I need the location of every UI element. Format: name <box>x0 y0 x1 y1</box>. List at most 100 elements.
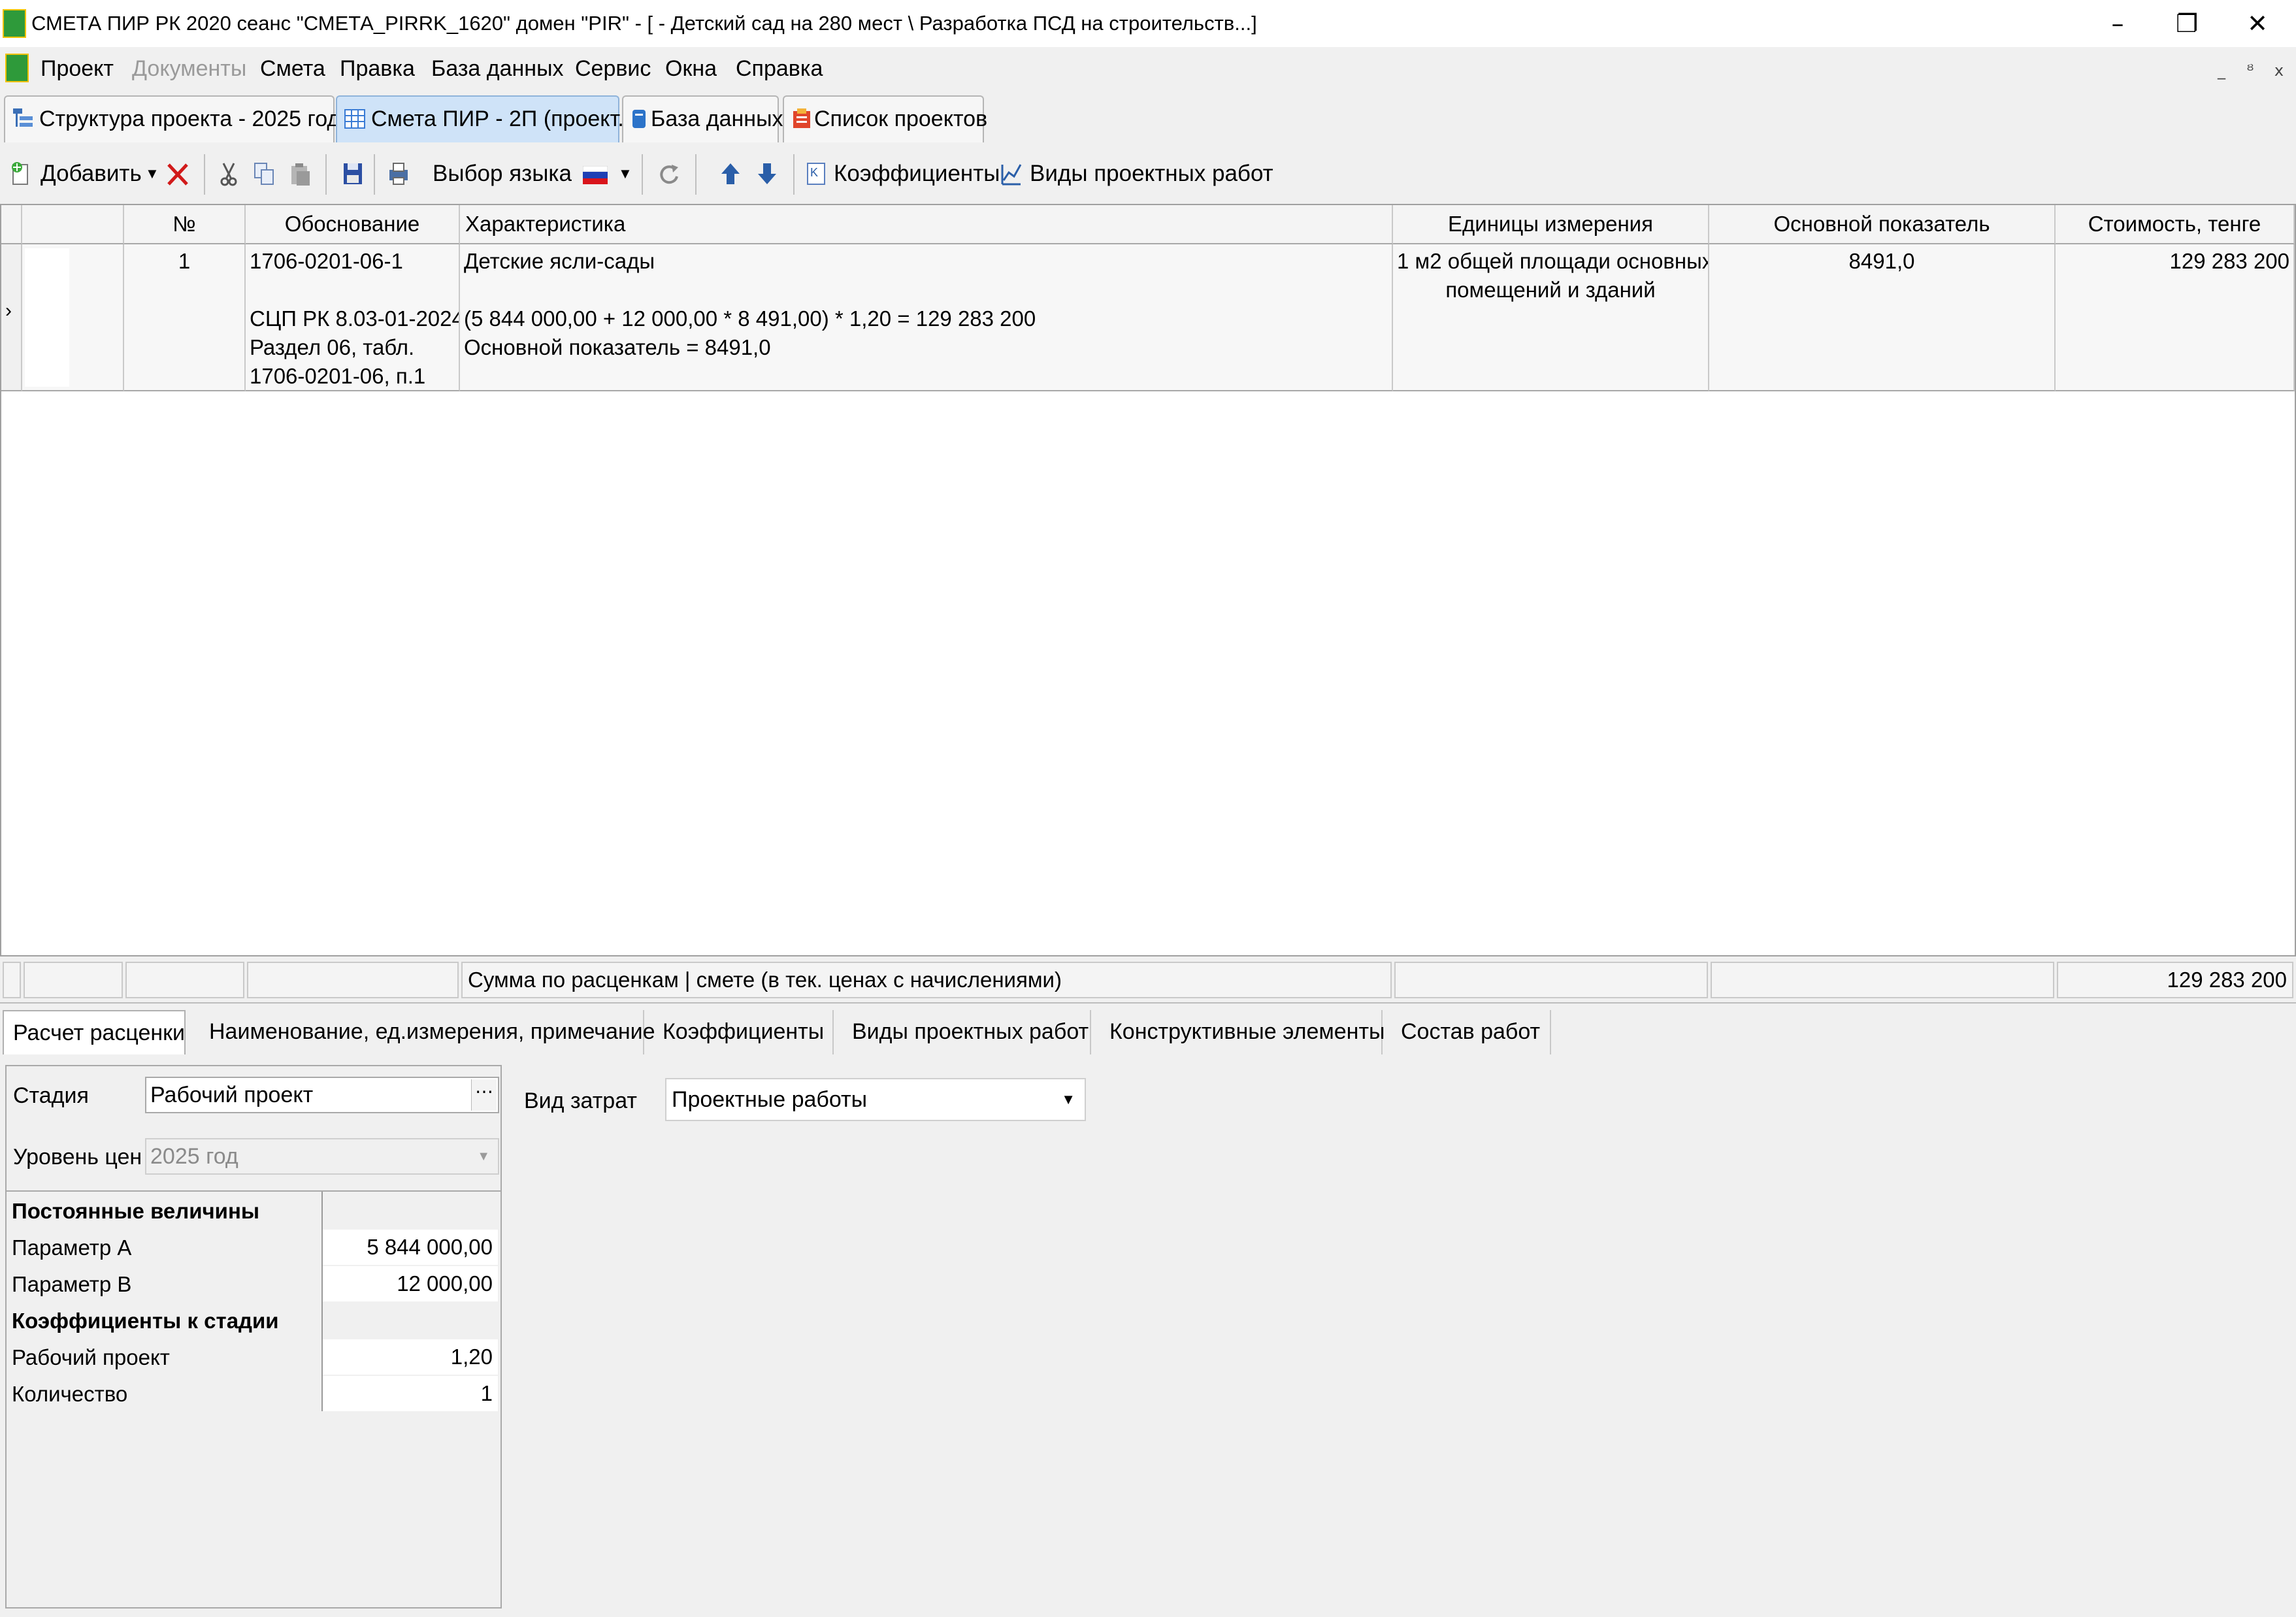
selector-header <box>22 205 124 244</box>
property-name: Параметр А <box>12 1235 132 1260</box>
table-cell-basis[interactable]: 1706-0201-06-1 СЦП РК 8.03-01-2024 Разде… <box>246 244 460 391</box>
tab-label: База данных <box>651 106 783 131</box>
work-types-button[interactable]: Виды проектных работ <box>1030 158 1273 189</box>
toolbar-separator <box>695 154 697 195</box>
table-cell-cost[interactable]: 129 283 200 <box>2056 244 2295 391</box>
tab-name-units-note[interactable]: Наименование, ед.измерения, примечание <box>193 1010 655 1054</box>
column-header-cost[interactable]: Стоимость, тенге <box>2056 205 2295 244</box>
tab-project-structure[interactable]: Структура проекта - 2025 год <box>4 95 340 142</box>
mdi-close-button[interactable]: x <box>2266 57 2292 84</box>
row-indicator[interactable]: › <box>1 244 22 391</box>
menu-estimate[interactable]: Смета <box>260 54 325 84</box>
coefficients-button[interactable]: Коэффициенты <box>834 158 1000 189</box>
delete-icon[interactable] <box>166 161 189 187</box>
estimate-grid: № Обоснование Характеристика Единицы изм… <box>0 204 2296 956</box>
column-header-main-indicator[interactable]: Основной показатель <box>1709 205 2056 244</box>
summary-label: Сумма по расценкам | смете (в тек. ценах… <box>461 962 1392 998</box>
summary-total: 129 283 200 <box>2057 962 2293 998</box>
basis-line: 1706-0201-06-1 <box>250 249 403 273</box>
column-header-basis[interactable]: Обоснование <box>246 205 460 244</box>
price-level-value: 2025 год <box>150 1144 238 1169</box>
table-cell-main-indicator[interactable]: 8491,0 <box>1709 244 2056 391</box>
tab-rate-calculation[interactable]: Расчет расценки <box>3 1010 186 1054</box>
menu-project[interactable]: Проект <box>41 54 114 84</box>
language-select-label[interactable]: Выбор языка <box>433 158 572 189</box>
table-cell-units[interactable]: 1 м2 общей площади основных помещений и … <box>1393 244 1709 391</box>
move-down-icon[interactable] <box>755 161 779 187</box>
tab-structural-elements[interactable]: Конструктивные элементы <box>1094 1010 1385 1054</box>
tab-label: Структура проекта - 2025 год <box>39 106 340 131</box>
cost-type-dropdown-arrow-icon[interactable]: ▼ <box>1061 1079 1075 1120</box>
units-line: помещений и зданий <box>1445 278 1656 302</box>
property-name: Параметр В <box>12 1272 132 1296</box>
close-button[interactable]: ✕ <box>2222 0 2293 47</box>
quantity-value[interactable]: 1 <box>323 1376 498 1411</box>
characteristic-line: Основной показатель = 8491,0 <box>464 335 771 359</box>
property-grid-top-border <box>7 1190 500 1192</box>
tab-coefficients[interactable]: Коэффициенты <box>647 1010 834 1054</box>
rate-calculation-panel: Стадия Рабочий проект ⋯ Уровень цен 2025… <box>5 1065 502 1609</box>
menu-service[interactable]: Сервис <box>575 54 651 84</box>
menu-windows[interactable]: Окна <box>665 54 717 84</box>
tab-label: Список проектов <box>814 106 988 131</box>
stage-field[interactable]: Рабочий проект ⋯ <box>145 1077 499 1113</box>
basis-line: СЦП РК 8.03-01-2024 <box>250 306 460 331</box>
restore-button[interactable]: ❐ <box>2151 0 2223 47</box>
menu-edit[interactable]: Правка <box>340 54 415 84</box>
toolbar: Добавить ▼ Выбор языка ▼ K Коэффициенты … <box>0 145 2296 205</box>
add-dropdown-arrow-icon[interactable]: ▼ <box>145 158 159 189</box>
copy-icon[interactable] <box>252 161 276 187</box>
tab-estimate-pir[interactable]: Смета ПИР - 2П (проект.) <box>336 95 631 142</box>
app-logo-icon <box>3 9 26 38</box>
stage-coefficient-value[interactable]: 1,20 <box>323 1339 498 1375</box>
menu-help[interactable]: Справка <box>736 54 823 84</box>
language-dropdown-arrow-icon[interactable]: ▼ <box>618 158 632 189</box>
cost-type-select[interactable]: Проектные работы ▼ <box>665 1078 1086 1121</box>
tab-projects-list[interactable]: Список проектов <box>783 95 988 142</box>
characteristic-line: Детские ясли-сады <box>464 249 655 273</box>
toolbar-separator <box>793 154 795 195</box>
flag-ru-icon[interactable] <box>583 166 608 184</box>
current-row-marker-icon: › <box>5 300 12 321</box>
refresh-icon[interactable] <box>657 161 681 187</box>
property-row: Параметр А 5 844 000,00 <box>7 1230 498 1266</box>
minimize-button[interactable]: – <box>2082 0 2154 47</box>
save-icon[interactable] <box>341 161 365 187</box>
cut-icon[interactable] <box>217 161 240 187</box>
stage-ellipsis-button[interactable]: ⋯ <box>471 1079 497 1111</box>
basis-line: Раздел 06, табл. <box>250 335 415 359</box>
paste-icon[interactable] <box>289 161 312 187</box>
row-indicator-header <box>1 205 22 244</box>
property-row: Постоянные величины <box>7 1193 498 1230</box>
property-name: Постоянные величины <box>12 1199 260 1223</box>
tab-work-types[interactable]: Виды проектных работ <box>836 1010 1091 1054</box>
property-row: Параметр В 12 000,00 <box>7 1266 498 1303</box>
column-header-units[interactable]: Единицы измерения <box>1393 205 1709 244</box>
row-selector-box[interactable] <box>25 248 69 387</box>
price-level-label: Уровень цен <box>13 1145 142 1169</box>
param-a-value[interactable]: 5 844 000,00 <box>323 1230 498 1265</box>
tab-database[interactable]: База данных <box>622 95 783 142</box>
add-button[interactable]: Добавить <box>41 158 142 189</box>
row-selector-cell[interactable] <box>22 244 124 391</box>
mdi-minimize-button[interactable]: _ <box>2208 57 2235 84</box>
move-up-icon[interactable] <box>719 161 742 187</box>
table-cell-number[interactable]: 1 <box>124 244 246 391</box>
column-header-characteristic[interactable]: Характеристика <box>460 205 1393 244</box>
mdi-restore-button[interactable]: ᴽ <box>2237 57 2263 84</box>
app-menu-icon[interactable] <box>5 54 29 82</box>
characteristic-line: (5 844 000,00 + 12 000,00 * 8 491,00) * … <box>464 306 1036 331</box>
print-icon[interactable] <box>387 161 410 187</box>
basis-line: 1706-0201-06, п.1 <box>250 364 426 388</box>
property-row: Количество 1 <box>7 1376 498 1413</box>
tab-work-composition[interactable]: Состав работ <box>1385 1010 1551 1054</box>
menu-documents[interactable]: Документы <box>132 54 246 84</box>
stage-value: Рабочий проект <box>150 1083 314 1107</box>
menu-database[interactable]: База данных <box>431 54 564 84</box>
property-row: Коэффициенты к стадии <box>7 1303 498 1339</box>
price-level-field[interactable]: 2025 год ▼ <box>145 1138 499 1175</box>
table-cell-characteristic[interactable]: Детские ясли-сады (5 844 000,00 + 12 000… <box>460 244 1393 391</box>
param-b-value[interactable]: 12 000,00 <box>323 1266 498 1301</box>
column-header-number[interactable]: № <box>124 205 246 244</box>
summary-cell-empty <box>1394 962 1708 998</box>
